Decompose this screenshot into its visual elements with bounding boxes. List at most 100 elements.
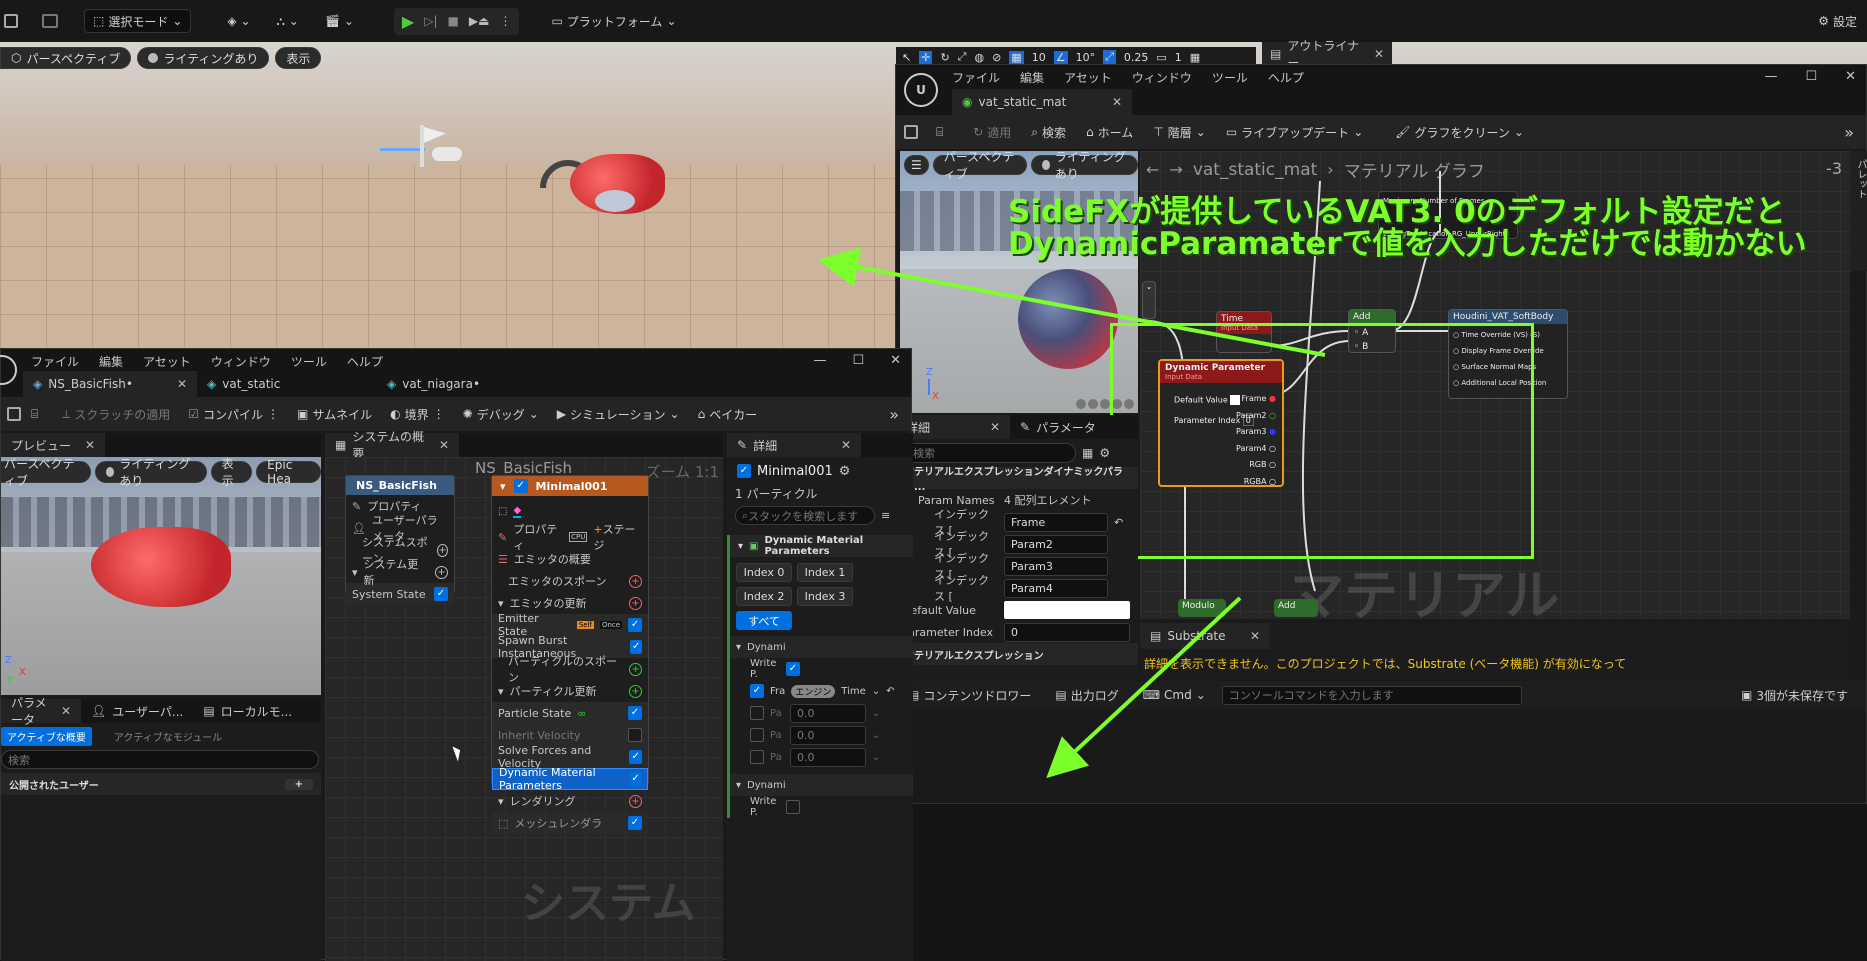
tab-local-modules[interactable]: ▤ ローカルモ... [193,699,302,723]
add-node-2[interactable]: Add [1274,599,1318,617]
fish-actor[interactable] [540,150,670,235]
live-update-button[interactable]: ▭ ライブアップデート ⌄ [1218,120,1371,144]
add-icon[interactable]: + [284,778,313,790]
compile-button[interactable]: ☑ コンパイル ⋮ [180,402,287,426]
simulation-button[interactable]: ▶ シミュレーション ⌄ [549,402,688,426]
add-actor-button[interactable]: ◈ ⌄ [219,9,258,33]
menu-tools[interactable]: ツール [291,353,327,370]
particle-state-module[interactable]: Particle State ∞ ✓ [492,702,648,724]
baker-button[interactable]: ⌂ ベイカー [690,402,766,426]
player-start-gizmo[interactable] [380,125,465,170]
save-icon[interactable] [904,125,918,139]
dynamic-section-header-2[interactable]: ▾ Dynami [730,774,913,796]
index1-button[interactable]: Index 1 [797,563,853,582]
clean-graph-button[interactable]: 🖌︎ グラフをクリーン ⌄ [1387,120,1532,144]
move-tool-icon[interactable]: ✛ [919,50,933,64]
gear-icon[interactable]: ⚙ [1099,446,1110,460]
close-icon[interactable]: ✕ [990,420,1000,434]
menu-edit[interactable]: 編集 [1020,69,1044,86]
enabled-checkbox[interactable]: ✓ [630,640,642,654]
close-icon[interactable]: ✕ [61,704,71,718]
unsaved-button[interactable]: ▣ 3個が未保存です [1733,683,1856,707]
outliner-tab[interactable]: ▤ アウトライナー ✕ [1262,39,1392,70]
play-icon[interactable]: ▶ [402,12,414,31]
enabled-checkbox[interactable]: ✓ [628,816,642,830]
param-checkbox[interactable] [750,728,764,742]
rotate-tool-icon[interactable]: ↻ [940,51,949,64]
particle-update-item[interactable]: ▾ パーティクル更新 + [492,680,648,702]
menu-help[interactable]: ヘルプ [347,353,383,370]
more-icon[interactable]: ⋮ [499,14,511,28]
add-stage-button[interactable]: +ステージ [593,521,642,553]
close-icon[interactable]: ✕ [439,438,449,452]
surface-snap-icon[interactable]: ⊘ [992,51,1001,64]
gear-icon[interactable]: ⚙ [839,464,851,479]
write-checkbox[interactable]: ✓ [786,662,800,676]
menu-window[interactable]: ウィンドウ [211,353,271,370]
browse-icon[interactable]: ⌸ [936,125,943,140]
tab-vat-static[interactable]: ◈ vat_static [197,371,377,397]
menu-tools[interactable]: ツール [1212,69,1248,86]
param-value-input[interactable]: 0.0 [790,725,866,745]
apply-button[interactable]: ↻ 適用 [965,120,1019,144]
blueprint-button[interactable]: ⛬ ⌄ [269,9,307,33]
minimize-icon[interactable]: — [813,353,826,368]
param-name-input[interactable]: Param3 [1004,556,1108,576]
params-search-input[interactable]: 検索 [1,750,319,769]
add-module-icon[interactable]: + [435,565,448,579]
index3-button[interactable]: Index 3 [797,587,853,606]
add-module-icon[interactable]: + [629,662,642,676]
maximize-icon[interactable]: ☐ [852,353,864,368]
settings-button[interactable]: ⚙ 設定 [1810,9,1865,33]
close-tab-icon[interactable]: ✕ [177,377,187,391]
param-name-input[interactable]: Param4 [1004,578,1108,598]
browse-icon[interactable]: ⌸ [31,407,38,422]
reset-icon[interactable]: ↶ [1114,516,1123,529]
sphere-shape-icon[interactable] [1088,399,1098,409]
content-drawer-button[interactable]: ▤ コンテンツドロワー [900,683,1039,707]
add-module-icon[interactable]: + [629,596,642,610]
perspective-button[interactable]: ⬡ パースペクティブ [0,47,132,69]
stack-search-input[interactable]: ⌕ スタックを検索します [735,506,875,525]
emitter-node[interactable]: ▾ ✓ Minimal001 ⬚ ◆ ✎ プロパティ CPU +ステージ ☰ エミッタの概要 … [491,475,649,834]
apply-scratch-button[interactable]: ⟂ スクラッチの適用 [54,402,178,426]
menu-file[interactable]: ファイル [952,69,1000,86]
menu-file[interactable]: ファイル [31,353,79,370]
world-icon[interactable]: ◍ [974,51,984,64]
enabled-checkbox[interactable]: ✓ [630,772,641,786]
tab-ns-basicfish[interactable]: ◈ NS_BasicFish• ✕ [23,371,197,397]
thumbnail-button[interactable]: ▣ サムネイル [289,402,380,426]
home-button[interactable]: ⌂ ホーム [1078,120,1141,144]
tab-parameters[interactable]: ✎ パラメータ [1010,415,1106,439]
tab-preview[interactable]: プレビュー ✕ [1,433,105,457]
system-node[interactable]: NS_BasicFish ✎ プロパティ 👤︎ ユーザーパラメータ システムスポーン… [345,475,455,605]
menu-asset[interactable]: アセット [143,353,191,370]
table-view-icon[interactable]: ▦ [1082,446,1093,460]
emitter-state-module[interactable]: Emitter State Self Once ✓ [492,612,648,638]
active-overview-button[interactable]: アクティブな概要 [1,727,92,746]
reset-icon[interactable]: ↶ [886,686,894,697]
active-modules-button[interactable]: アクティブなモジュール [98,727,238,746]
close-tab-icon[interactable]: ✕ [1112,95,1122,109]
emitter-update-item[interactable]: ▾ エミッタの更新 + [492,592,648,614]
cmd-button[interactable]: ⌨ Cmd ⌄ [1135,683,1214,707]
close-icon[interactable]: ✕ [1374,47,1384,61]
write-checkbox[interactable] [786,800,800,814]
palette-side-tab[interactable]: パレット [1850,151,1867,271]
camera-speed-icon[interactable]: ▭ [1156,51,1166,64]
layout-icon[interactable]: ▦ [1190,51,1200,64]
dmp-section-header[interactable]: ▾ ▣ Dynamic Material Parameters [730,535,913,557]
param-name-input[interactable]: Frame [1004,512,1108,532]
close-icon[interactable]: ✕ [1250,629,1260,643]
rendering-item[interactable]: ▾ レンダリング + [492,790,648,812]
save-icon[interactable] [7,407,21,421]
tab-details[interactable]: 詳細 ✕ [896,415,1010,439]
modulo-node[interactable]: Modulo [1178,599,1226,617]
solve-forces-module[interactable]: Solve Forces and Velocity ✓ [492,744,648,770]
show-button[interactable]: 表示 [275,47,322,69]
param-value-input[interactable]: 0.0 [790,703,866,723]
plane-icon[interactable] [1100,399,1110,409]
emitter-enabled-checkbox[interactable]: ✓ [513,479,528,493]
mesh-renderer-item[interactable]: ⬚ メッシュレンダラ ✓ [492,812,648,834]
parameter-index-input[interactable]: 0 [1004,622,1130,642]
